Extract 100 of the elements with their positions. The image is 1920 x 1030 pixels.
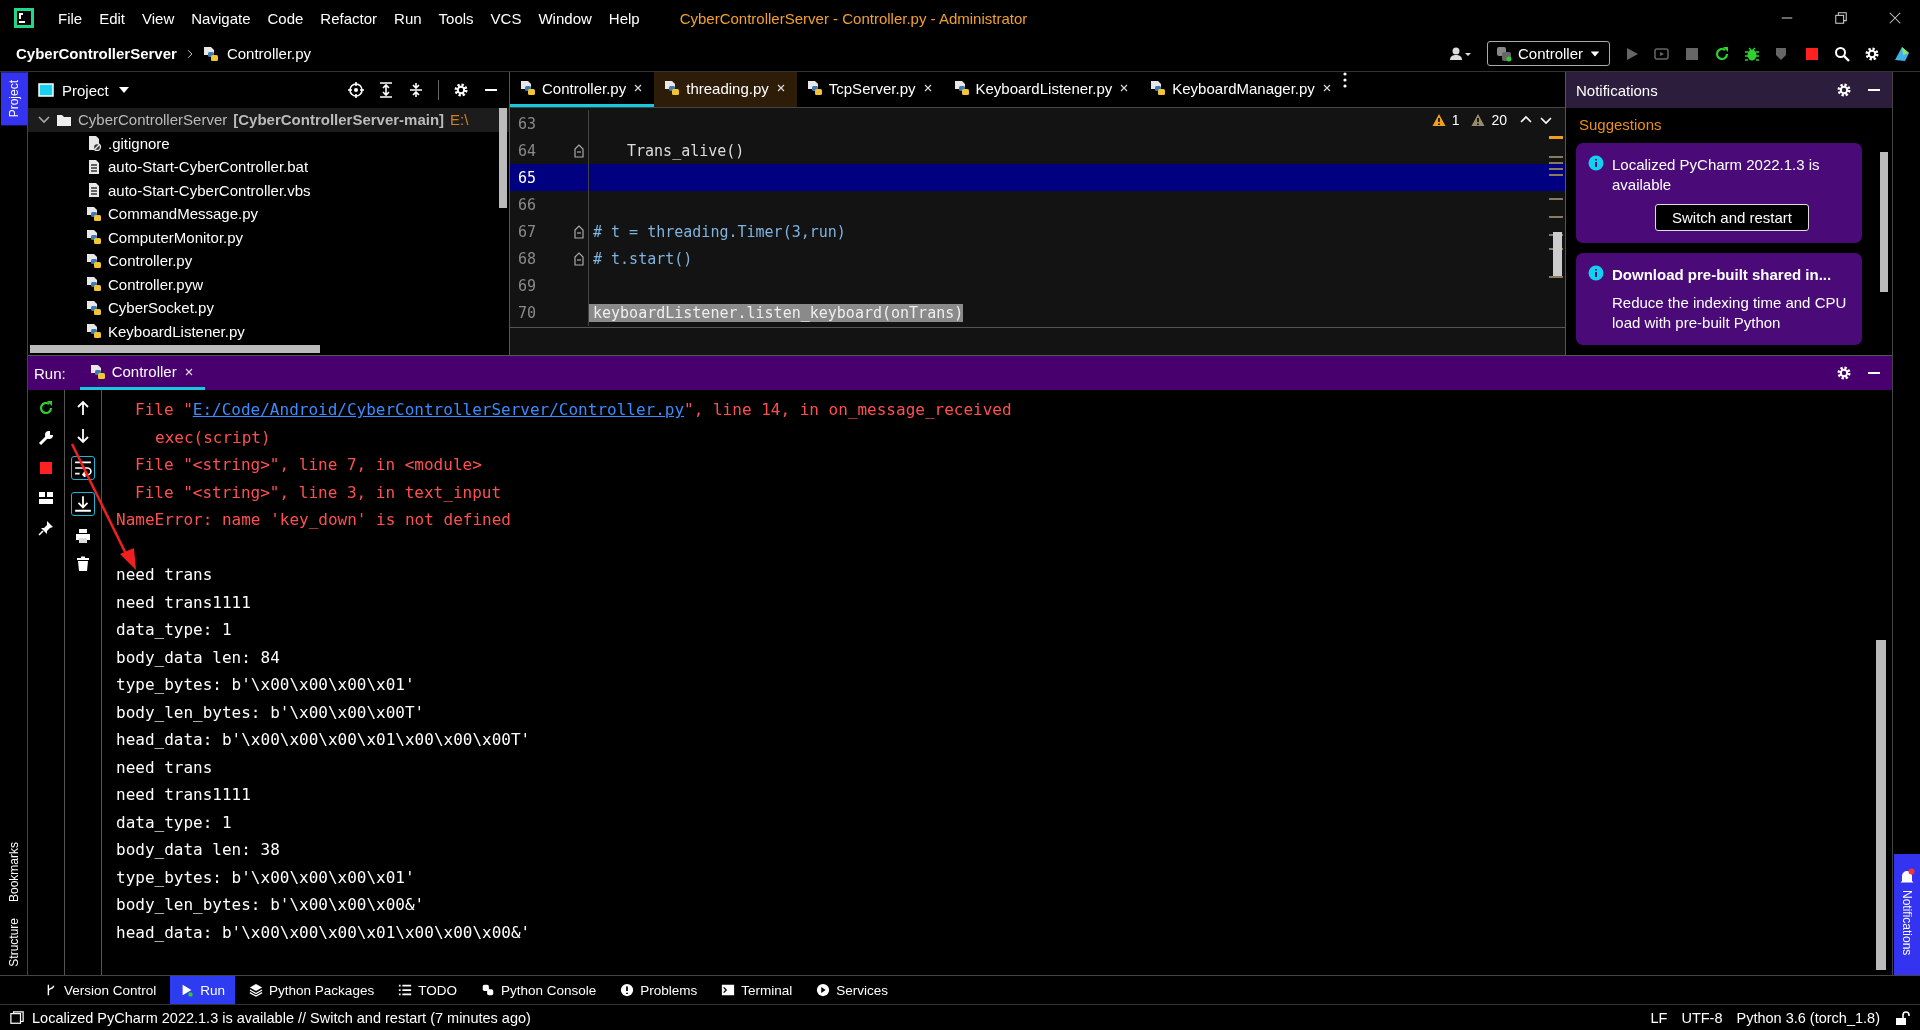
scrollbar-thumb[interactable] <box>1876 640 1886 970</box>
editor-tab[interactable]: threading.py <box>654 72 797 107</box>
text-file-icon <box>86 182 102 199</box>
menu-item[interactable]: Edit <box>99 9 126 27</box>
python-file-icon <box>86 252 102 269</box>
tree-item[interactable]: ComputerMonitor.py <box>108 228 244 246</box>
side-tab[interactable]: Notifications <box>1893 853 1920 975</box>
fold-marker-icon[interactable] <box>574 224 584 239</box>
more-icon[interactable] <box>1342 72 1347 88</box>
status-item[interactable]: Python 3.6 (torch_1.8) <box>1736 1010 1880 1026</box>
trash-icon[interactable] <box>75 556 91 572</box>
tool-window-tab[interactable]: Terminal <box>711 976 803 1004</box>
info-icon <box>1588 155 1604 171</box>
menu-item[interactable]: Run <box>394 9 422 27</box>
tree-item[interactable]: auto-Start-CyberController.vbs <box>108 181 311 199</box>
run-icon[interactable] <box>1624 45 1640 62</box>
restore-window-icon[interactable] <box>1834 11 1848 25</box>
tree-item[interactable]: KeyboardListener.py <box>108 322 245 340</box>
scrollbar-thumb[interactable] <box>499 108 507 208</box>
expand-all-icon[interactable] <box>378 82 394 98</box>
error-line: NameError: name 'key_down' is not defined <box>116 510 511 530</box>
fold-marker-icon[interactable] <box>574 251 584 266</box>
menu-item[interactable]: Refactor <box>320 9 378 27</box>
pin-icon[interactable] <box>38 520 54 536</box>
breadcrumb-item[interactable]: CyberControllerServer <box>16 45 177 62</box>
status-message[interactable]: Localized PyCharm 2022.1.3 is available // Switch and restart (7 minutes ago) <box>32 1010 531 1026</box>
output-line: data_type: 1 <box>116 620 232 640</box>
output-line: body_len_bytes: b'\x00\x00\x00&' <box>116 895 425 915</box>
file-link[interactable]: E:/Code/Android/CyberControllerServer/Controller.py <box>192 400 685 420</box>
tool-window-tab[interactable]: Python Console <box>470 976 607 1004</box>
tool-window-tab[interactable]: TODO <box>388 976 467 1004</box>
tree-item[interactable]: CyberSocket.py <box>108 299 214 317</box>
print-icon[interactable] <box>75 528 91 544</box>
settings-icon[interactable] <box>1864 45 1880 62</box>
notification-text: Reduce the indexing time and CPU load with pre-built Python <box>1612 292 1848 333</box>
up-arrow-icon[interactable] <box>75 400 91 416</box>
search-icon[interactable] <box>1834 45 1850 62</box>
down-arrow-icon[interactable] <box>75 428 91 444</box>
rerun-icon[interactable] <box>38 400 54 416</box>
menu-item[interactable]: VCS <box>490 9 522 27</box>
panel-title[interactable]: Project <box>62 81 109 99</box>
close-window-icon[interactable] <box>1888 11 1902 25</box>
debug-run-icon[interactable] <box>1654 45 1670 62</box>
user-dropdown-icon[interactable] <box>1448 45 1473 62</box>
weak-warning-icon[interactable] <box>1471 113 1486 127</box>
side-tab[interactable]: Project <box>0 72 27 126</box>
console-tab[interactable]: Controller <box>79 356 205 390</box>
tree-item[interactable]: Controller.py <box>108 252 193 270</box>
menu-item[interactable]: Help <box>608 9 640 27</box>
status-item[interactable]: UTF-8 <box>1681 1010 1723 1026</box>
switch-restart-button[interactable]: Switch and restart <box>1654 203 1810 231</box>
tree-item[interactable]: Controller.pyw <box>108 275 204 293</box>
menu-item[interactable]: Tools <box>438 9 474 27</box>
wrench-icon[interactable] <box>38 430 54 446</box>
window-title: CyberControllerServer - Controller.py - Administrator <box>679 9 1028 27</box>
tree-item[interactable]: CommandMessage.py <box>108 205 259 223</box>
locate-icon[interactable] <box>348 82 364 98</box>
settings-icon[interactable] <box>1836 82 1852 98</box>
scrollbar-thumb[interactable] <box>30 345 320 353</box>
alert-icon <box>620 983 635 997</box>
stop-icon[interactable] <box>1684 45 1700 62</box>
tool-window-tab[interactable]: Version Control <box>34 976 167 1004</box>
fold-marker-icon[interactable] <box>574 143 584 158</box>
bug-icon[interactable] <box>1744 45 1760 62</box>
side-tab[interactable]: Structure <box>0 910 27 975</box>
menu-item[interactable]: File <box>58 9 83 27</box>
menu-item[interactable]: View <box>142 9 175 27</box>
play-icon <box>816 983 831 997</box>
panel-toggle-icon[interactable] <box>10 1011 24 1025</box>
python-file-icon <box>89 363 106 380</box>
tool-window-tab[interactable]: Run <box>170 976 236 1004</box>
tool-window-tab[interactable]: Problems <box>610 976 708 1004</box>
breadcrumb-item[interactable]: Controller.py <box>226 45 312 62</box>
status-item[interactable]: LF <box>1650 1010 1668 1026</box>
python-file-icon <box>520 80 536 96</box>
tool-window-tab[interactable]: Services <box>806 976 899 1004</box>
tree-item[interactable]: CyberControllerServer <box>78 111 228 129</box>
unlock-icon[interactable] <box>1894 1010 1910 1026</box>
tool-window-tab[interactable]: Python Packages <box>239 976 385 1004</box>
warning-count[interactable]: 1 <box>1451 112 1460 128</box>
stop-icon[interactable] <box>1804 45 1820 62</box>
scrollbar-thumb[interactable] <box>1880 152 1888 292</box>
soft-wrap-icon[interactable] <box>71 456 95 480</box>
plugin-logo-icon[interactable] <box>1894 45 1910 62</box>
collapse-all-icon[interactable] <box>408 82 424 98</box>
settings-icon[interactable] <box>453 82 469 98</box>
warning-icon[interactable] <box>1431 113 1446 127</box>
scroll-to-end-icon[interactable] <box>71 492 95 516</box>
menu-item[interactable]: Window <box>538 9 592 27</box>
tree-item[interactable]: auto-Start-CyberController.bat <box>108 158 309 176</box>
settings-icon[interactable] <box>1836 365 1852 381</box>
run-configuration-dropdown[interactable]: Controller <box>1486 41 1610 66</box>
menu-item[interactable]: Navigate <box>191 9 251 27</box>
rerun-icon[interactable] <box>1714 45 1730 62</box>
weak-warning-count[interactable]: 20 <box>1491 112 1507 128</box>
layout-icon[interactable] <box>38 490 54 506</box>
stop-icon[interactable] <box>38 460 54 476</box>
tree-item[interactable]: .gitignore <box>108 134 170 152</box>
side-tab[interactable]: Bookmarks <box>0 834 27 911</box>
menu-item[interactable]: Code <box>267 9 304 27</box>
